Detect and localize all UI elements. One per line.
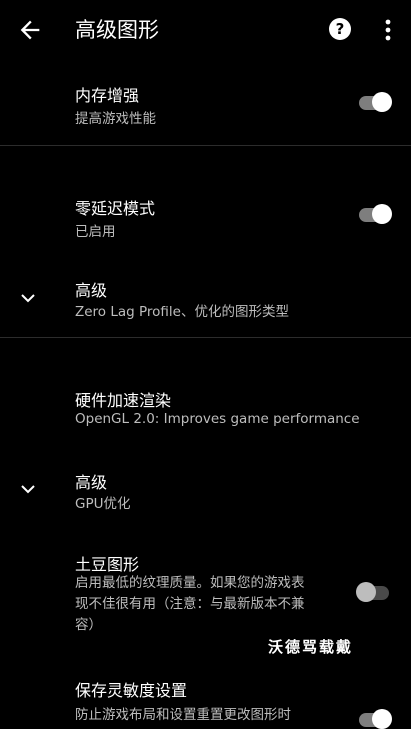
setting-subtitle: Zero Lag Profile、优化的图形类型 — [75, 304, 289, 320]
setting-save-sensitivity[interactable]: 保存灵敏度设置 防止游戏布局和设置重置更改图形时 — [0, 665, 411, 729]
setting-advanced-gpu[interactable]: 高级 GPU优化 — [0, 450, 411, 520]
arrow-left-icon[interactable] — [16, 16, 44, 44]
save-sensitivity-toggle[interactable] — [356, 709, 392, 729]
chevron-down-icon — [21, 485, 35, 494]
svg-text:?: ? — [336, 20, 345, 38]
memory-boost-toggle[interactable] — [356, 92, 392, 112]
zero-lag-toggle[interactable] — [356, 204, 392, 224]
potato-graphics-toggle[interactable] — [356, 582, 392, 602]
setting-title: 零延迟模式 — [75, 199, 156, 218]
app-bar: 高级图形 ? — [0, 0, 411, 60]
setting-advanced-zero-lag[interactable]: 高级 Zero Lag Profile、优化的图形类型 — [0, 266, 411, 332]
setting-title: 保存灵敏度设置 — [75, 681, 188, 700]
more-vert-icon[interactable] — [378, 16, 398, 44]
setting-title: 高级 — [75, 473, 108, 492]
divider — [0, 337, 411, 338]
setting-title: 土豆图形 — [75, 555, 140, 574]
help-circle-icon[interactable]: ? — [328, 17, 352, 41]
setting-title: 内存增强 — [75, 86, 140, 105]
setting-hardware-acceleration[interactable]: 硬件加速渲染 OpenGL 2.0: Improves game perform… — [0, 368, 411, 440]
setting-title: 硬件加速渲染 — [75, 391, 172, 410]
setting-zero-lag-mode[interactable]: 零延迟模式 已启用 — [0, 176, 411, 256]
setting-potato-graphics[interactable]: 土豆图形 启用最低的纹理质量。如果您的游戏表现不佳很有用（注意：与最新版本不兼容… — [0, 530, 411, 640]
setting-memory-boost[interactable]: 内存增强 提高游戏性能 — [0, 60, 411, 145]
setting-subtitle: OpenGL 2.0: Improves game performance — [75, 411, 360, 427]
page-title: 高级图形 — [75, 18, 159, 42]
setting-subtitle: 已启用 — [75, 224, 116, 240]
chevron-down-icon — [21, 294, 35, 303]
divider — [0, 145, 411, 146]
setting-subtitle: GPU优化 — [75, 496, 131, 512]
setting-subtitle: 提高游戏性能 — [75, 111, 156, 127]
setting-subtitle: 启用最低的纹理质量。如果您的游戏表现不佳很有用（注意：与最新版本不兼容） — [75, 575, 305, 633]
setting-subtitle: 防止游戏布局和设置重置更改图形时 — [75, 707, 291, 723]
setting-title: 高级 — [75, 281, 108, 300]
watermark-text: 沃德骂载戴 — [268, 638, 354, 656]
